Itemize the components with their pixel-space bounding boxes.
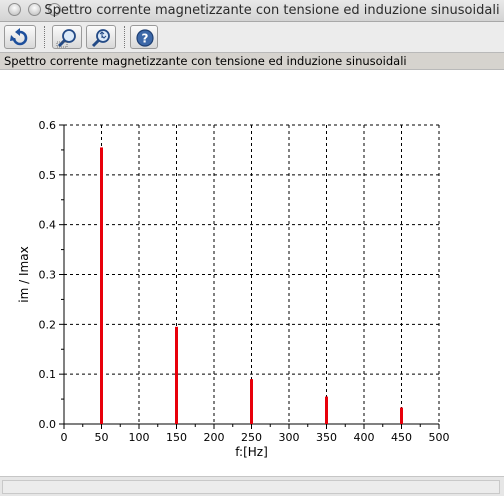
x-tick-label: 50	[95, 431, 109, 444]
svg-text:?: ?	[142, 32, 149, 46]
help-icon: ?	[136, 29, 154, 47]
y-axis-label: im / Imax	[17, 246, 31, 302]
x-tick-label: 400	[354, 431, 375, 444]
toolbar: ?	[0, 22, 504, 52]
x-tick-label: 300	[279, 431, 300, 444]
application-window: Spettro corrente magnetizzante con tensi…	[0, 0, 504, 496]
spectrum-bar	[250, 379, 253, 424]
figure-header: Spettro corrente magnetizzante con tensi…	[0, 52, 504, 70]
help-button[interactable]: ?	[130, 25, 158, 49]
status-field	[2, 480, 500, 494]
zoom-in-icon	[56, 29, 76, 48]
spectrum-bar	[175, 326, 178, 424]
toolbar-separator	[44, 26, 45, 48]
title-bar: Spettro corrente magnetizzante con tensi…	[0, 0, 504, 22]
x-tick-label: 200	[204, 431, 225, 444]
status-bar	[0, 476, 504, 496]
y-tick-label: 0.1	[39, 368, 57, 381]
window-title: Spettro corrente magnetizzante con tensi…	[44, 3, 500, 18]
spectrum-bar	[325, 396, 328, 424]
plot-area: 0 50 100 150 200 250 300 350 400 450 500 0.0 0.1 0.2 0…	[0, 70, 504, 476]
y-tick-label: 0.6	[39, 119, 57, 132]
spectrum-chart: 0 50 100 150 200 250 300 350 400 450 500 0.0 0.1 0.2 0…	[17, 119, 450, 459]
y-tick-label: 0.3	[39, 269, 57, 282]
x-tick-label: 100	[129, 431, 150, 444]
y-tick-label: 0.5	[39, 169, 57, 182]
spectrum-bar	[400, 407, 403, 424]
y-tick-label: 0.2	[39, 318, 57, 331]
x-tick-label: 450	[391, 431, 412, 444]
x-tick-label: 350	[316, 431, 337, 444]
spectrum-bar	[100, 147, 103, 425]
x-tick-label: 0	[61, 431, 68, 444]
rotate-icon	[10, 28, 28, 46]
x-tick-label: 250	[241, 431, 262, 444]
x-tick-label: 500	[429, 431, 450, 444]
y-tick-label: 0.0	[39, 418, 57, 431]
x-tick-label: 150	[166, 431, 187, 444]
figure-header-label: Spettro corrente magnetizzante con tensi…	[4, 54, 407, 68]
zoom-fit-button[interactable]	[86, 25, 116, 49]
rotate-button[interactable]	[4, 25, 36, 49]
y-tick-label: 0.4	[39, 219, 57, 232]
toolbar-separator	[124, 26, 125, 48]
x-axis-label: f:[Hz]	[235, 445, 268, 459]
zoom-fit-icon	[91, 29, 110, 48]
zoom-button[interactable]	[52, 25, 82, 49]
